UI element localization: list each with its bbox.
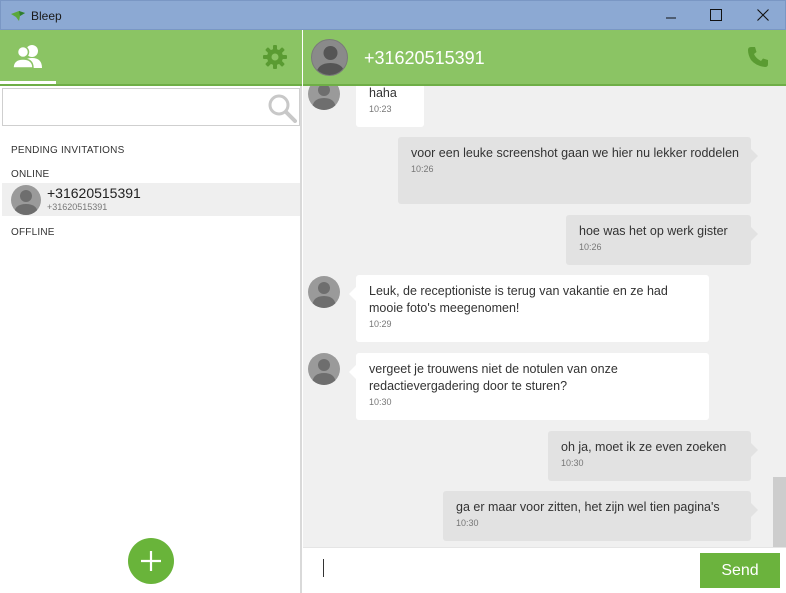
message-avatar-icon [308, 86, 340, 110]
message-list[interactable]: haha 10:23 voor een leuke screenshot gaa… [303, 86, 773, 547]
settings-gear-icon[interactable] [262, 44, 288, 70]
contact-name: +31620515391 [47, 185, 141, 201]
message-avatar-icon [308, 353, 340, 385]
message-text: Leuk, de receptioniste is terug van vaka… [369, 284, 668, 315]
contact-list-item[interactable]: +31620515391 +31620515391 [2, 183, 300, 216]
message-bubble: haha 10:23 [356, 86, 424, 127]
scrollbar-thumb[interactable] [773, 477, 786, 547]
chat-panel: +31620515391 haha 10:23 voor een leuke s… [303, 30, 786, 593]
message-time: 10:30 [456, 518, 479, 528]
search-icon[interactable] [267, 93, 297, 123]
message-time: 10:26 [579, 242, 602, 252]
message-time: 10:26 [411, 164, 434, 174]
maximize-button[interactable] [694, 1, 738, 29]
message-time: 10:23 [369, 104, 392, 114]
message-text: voor een leuke screenshot gaan we hier n… [411, 146, 739, 160]
chat-contact-avatar-icon [311, 39, 348, 76]
contact-avatar-icon [11, 185, 41, 215]
contacts-icon [12, 44, 42, 69]
message-bubble: Leuk, de receptioniste is terug van vaka… [349, 275, 709, 342]
plus-icon [141, 551, 161, 571]
bubble-tail [751, 149, 758, 163]
bubble-tail [751, 443, 758, 457]
message-text: ga er maar voor zitten, het zijn wel tie… [456, 500, 720, 514]
text-caret [323, 559, 324, 577]
contact-number: +31620515391 [47, 202, 108, 212]
bleep-logo-icon [11, 11, 25, 21]
message-time: 10:29 [369, 319, 392, 329]
contact-search [2, 88, 300, 126]
online-label: ONLINE [11, 169, 50, 180]
message-bubble: voor een leuke screenshot gaan we hier n… [398, 137, 758, 204]
bubble-tail [349, 287, 356, 301]
chat-header: +31620515391 [303, 30, 786, 86]
contacts-header [0, 30, 302, 86]
message-bubble: vergeet je trouwens niet de notulen van … [349, 353, 709, 420]
message-text: oh ja, moet ik ze even zoeken [561, 440, 727, 454]
message-text: hoe was het op werk gister [579, 224, 728, 238]
message-bubble: hoe was het op werk gister 10:26 [566, 215, 758, 265]
offline-label: OFFLINE [11, 227, 55, 238]
message-time: 10:30 [561, 458, 584, 468]
compose-bar: Send [303, 547, 786, 593]
message-time: 10:30 [369, 397, 392, 407]
message-bubble: oh ja, moet ik ze even zoeken 10:30 [548, 431, 758, 481]
bubble-tail [751, 503, 758, 517]
chat-contact-title: +31620515391 [364, 48, 485, 68]
message-input[interactable] [317, 558, 687, 582]
bubble-tail [349, 365, 356, 379]
minimize-button[interactable] [649, 1, 693, 29]
tab-contacts[interactable] [0, 30, 56, 84]
phone-icon[interactable] [746, 45, 770, 69]
send-button[interactable]: Send [700, 553, 780, 588]
message-text: haha [369, 86, 397, 100]
close-icon [757, 9, 769, 21]
minimize-icon [666, 17, 676, 19]
pending-invitations-label: PENDING INVITATIONS [11, 145, 125, 156]
message-text: vergeet je trouwens niet de notulen van … [369, 362, 618, 393]
search-input[interactable] [9, 95, 259, 119]
message-avatar-icon [308, 276, 340, 308]
maximize-icon [710, 9, 722, 21]
message-bubble: ga er maar voor zitten, het zijn wel tie… [443, 491, 758, 541]
close-button[interactable] [741, 1, 785, 29]
contacts-panel: PENDING INVITATIONS ONLINE +31620515391 … [0, 30, 302, 593]
title-bar: Bleep [0, 0, 786, 30]
bubble-tail [751, 227, 758, 241]
add-contact-button[interactable] [128, 538, 174, 584]
window-title: Bleep [31, 9, 62, 23]
